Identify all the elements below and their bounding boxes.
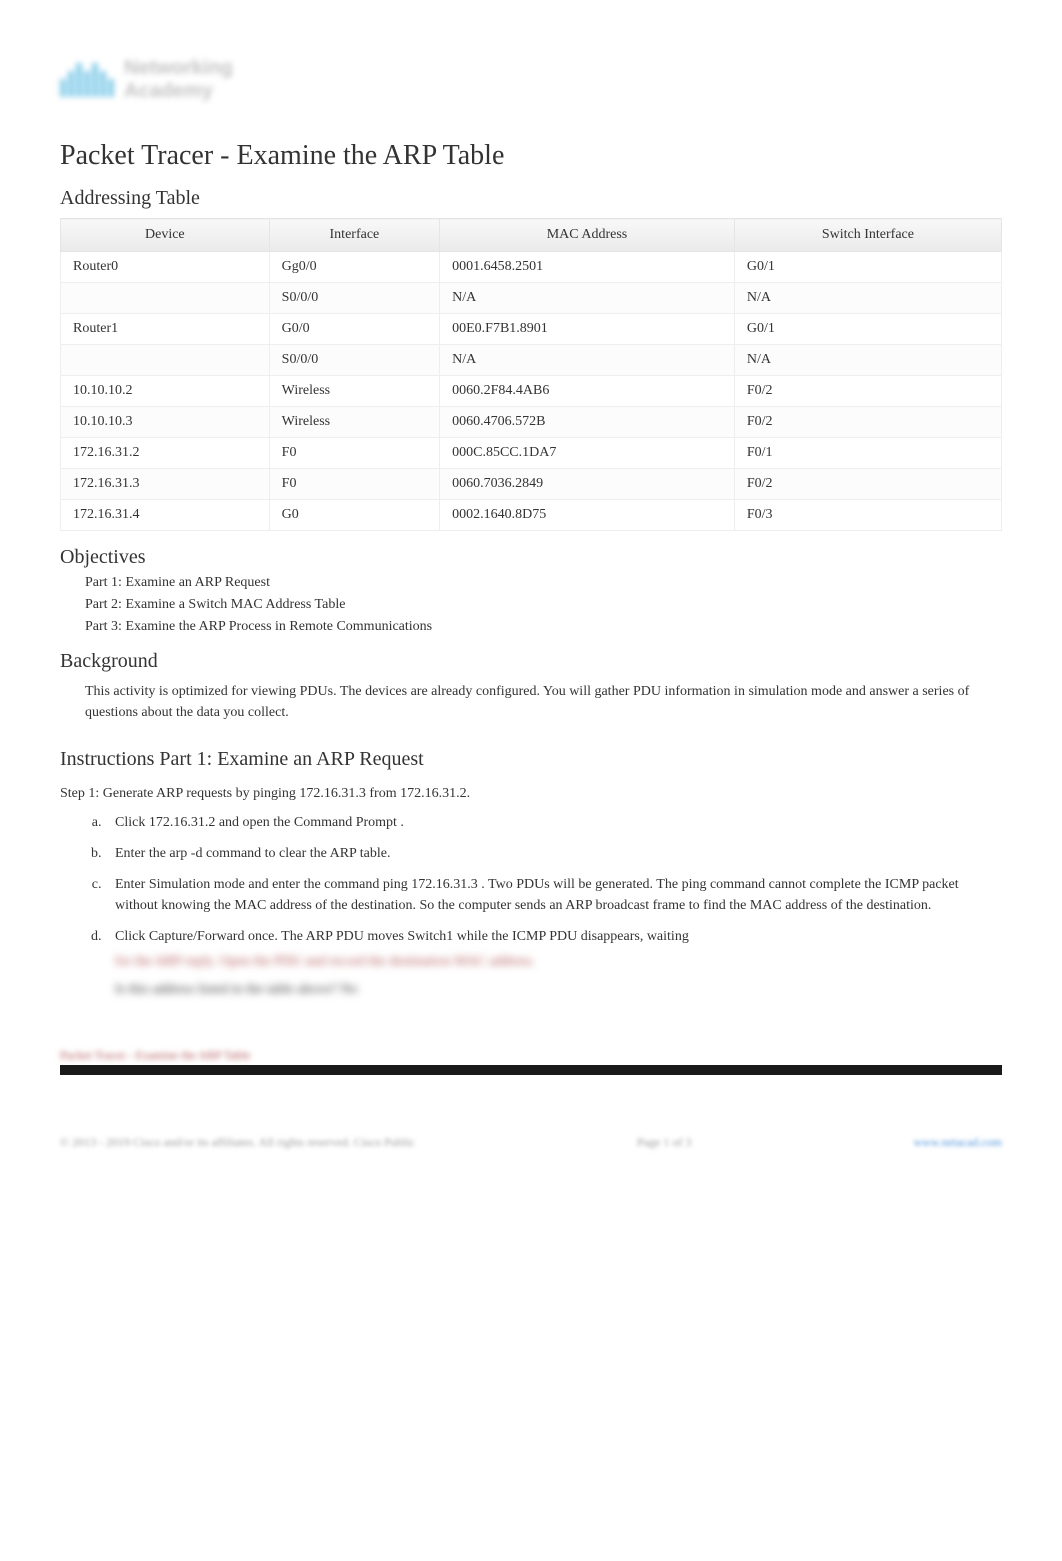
brand-logo: Networking Academy [60, 40, 340, 120]
cell: G0/1 [734, 252, 1001, 283]
cell: G0 [269, 500, 439, 531]
table-row: Router0 Gg0/0 0001.6458.2501 G0/1 [61, 252, 1002, 283]
cell: 10.10.10.3 [61, 407, 270, 438]
list-item-text: Click Capture/Forward once. The ARP PDU … [115, 929, 689, 944]
cell: N/A [734, 283, 1001, 314]
cell: F0 [269, 469, 439, 500]
cell: F0/3 [734, 500, 1001, 531]
table-row: 10.10.10.3 Wireless 0060.4706.572B F0/2 [61, 407, 1002, 438]
cell: N/A [440, 345, 735, 376]
cell: G0/0 [269, 314, 439, 345]
table-row: 172.16.31.2 F0 000C.85CC.1DA7 F0/1 [61, 438, 1002, 469]
objective-item: Part 3: Examine the ARP Process in Remot… [85, 619, 1002, 635]
table-header-row: Device Interface MAC Address Switch Inte… [61, 219, 1002, 252]
footer-center: Page 1 of 3 [637, 1135, 691, 1150]
cell: 0060.4706.572B [440, 407, 735, 438]
table-row: 172.16.31.4 G0 0002.1640.8D75 F0/3 [61, 500, 1002, 531]
th-mac: MAC Address [440, 219, 735, 252]
logo-text-line2: Academy [124, 80, 233, 103]
cell: S0/0/0 [269, 283, 439, 314]
background-heading: Background [60, 650, 1002, 673]
cell: G0/1 [734, 314, 1001, 345]
instructions-heading: Instructions Part 1: Examine an ARP Requ… [60, 748, 1002, 771]
objectives-list: Part 1: Examine an ARP Request Part 2: E… [60, 575, 1002, 635]
cell: F0 [269, 438, 439, 469]
objectives-heading: Objectives [60, 546, 1002, 569]
background-text: This activity is optimized for viewing P… [60, 681, 1002, 723]
table-row: S0/0/0 N/A N/A [61, 283, 1002, 314]
cell: 10.10.10.2 [61, 376, 270, 407]
list-item: Click 172.16.31.2 and open the Command P… [105, 812, 1002, 833]
cell: S0/0/0 [269, 345, 439, 376]
objective-item: Part 1: Examine an ARP Request [85, 575, 1002, 591]
cell: 172.16.31.2 [61, 438, 270, 469]
cell: 172.16.31.3 [61, 469, 270, 500]
cell: Router0 [61, 252, 270, 283]
list-item: Enter the arp -d command to clear the AR… [105, 843, 1002, 864]
cell: F0/2 [734, 376, 1001, 407]
addressing-table: Device Interface MAC Address Switch Inte… [60, 218, 1002, 531]
cell: Wireless [269, 407, 439, 438]
cell: 00E0.F7B1.8901 [440, 314, 735, 345]
table-row: 10.10.10.2 Wireless 0060.2F84.4AB6 F0/2 [61, 376, 1002, 407]
step1-list: Click 172.16.31.2 and open the Command P… [60, 812, 1002, 972]
footer-right-link: www.netacad.com [913, 1135, 1002, 1150]
cell: Wireless [269, 376, 439, 407]
cell: 000C.85CC.1DA7 [440, 438, 735, 469]
th-switch-interface: Switch Interface [734, 219, 1001, 252]
footer-doc-title: Packet Tracer - Examine the ARP Table [60, 1048, 1002, 1063]
cell: F0/2 [734, 407, 1001, 438]
cell: 0002.1640.8D75 [440, 500, 735, 531]
list-item: Enter Simulation mode and enter the comm… [105, 874, 1002, 916]
table-row: Router1 G0/0 00E0.F7B1.8901 G0/1 [61, 314, 1002, 345]
addressing-heading: Addressing Table [60, 187, 1002, 210]
cell [61, 345, 270, 376]
table-row: 172.16.31.3 F0 0060.7036.2849 F0/2 [61, 469, 1002, 500]
list-item: Click Capture/Forward once. The ARP PDU … [105, 926, 1002, 972]
step1-title: Step 1: Generate ARP requests by pinging… [60, 786, 1002, 802]
page-footer: © 2013 - 2019 Cisco and/or its affiliate… [60, 1135, 1002, 1150]
cell [61, 283, 270, 314]
blurred-question: Is this address listed in the table abov… [60, 982, 1002, 998]
th-device: Device [61, 219, 270, 252]
cell: F0/2 [734, 469, 1001, 500]
cell: N/A [440, 283, 735, 314]
cell: 0060.2F84.4AB6 [440, 376, 735, 407]
separator-bar [60, 1065, 1002, 1075]
footer-left: © 2013 - 2019 Cisco and/or its affiliate… [60, 1135, 415, 1150]
cell: Gg0/0 [269, 252, 439, 283]
cell: F0/1 [734, 438, 1001, 469]
th-interface: Interface [269, 219, 439, 252]
cell: 0001.6458.2501 [440, 252, 735, 283]
cell: N/A [734, 345, 1001, 376]
cell: Router1 [61, 314, 270, 345]
blurred-continuation: for the ARP reply. Open the PDU and reco… [115, 951, 1002, 972]
objective-item: Part 2: Examine a Switch MAC Address Tab… [85, 597, 1002, 613]
page-title: Packet Tracer - Examine the ARP Table [60, 140, 1002, 172]
logo-text-line1: Networking [124, 57, 233, 80]
cell: 0060.7036.2849 [440, 469, 735, 500]
table-row: S0/0/0 N/A N/A [61, 345, 1002, 376]
cell: 172.16.31.4 [61, 500, 270, 531]
